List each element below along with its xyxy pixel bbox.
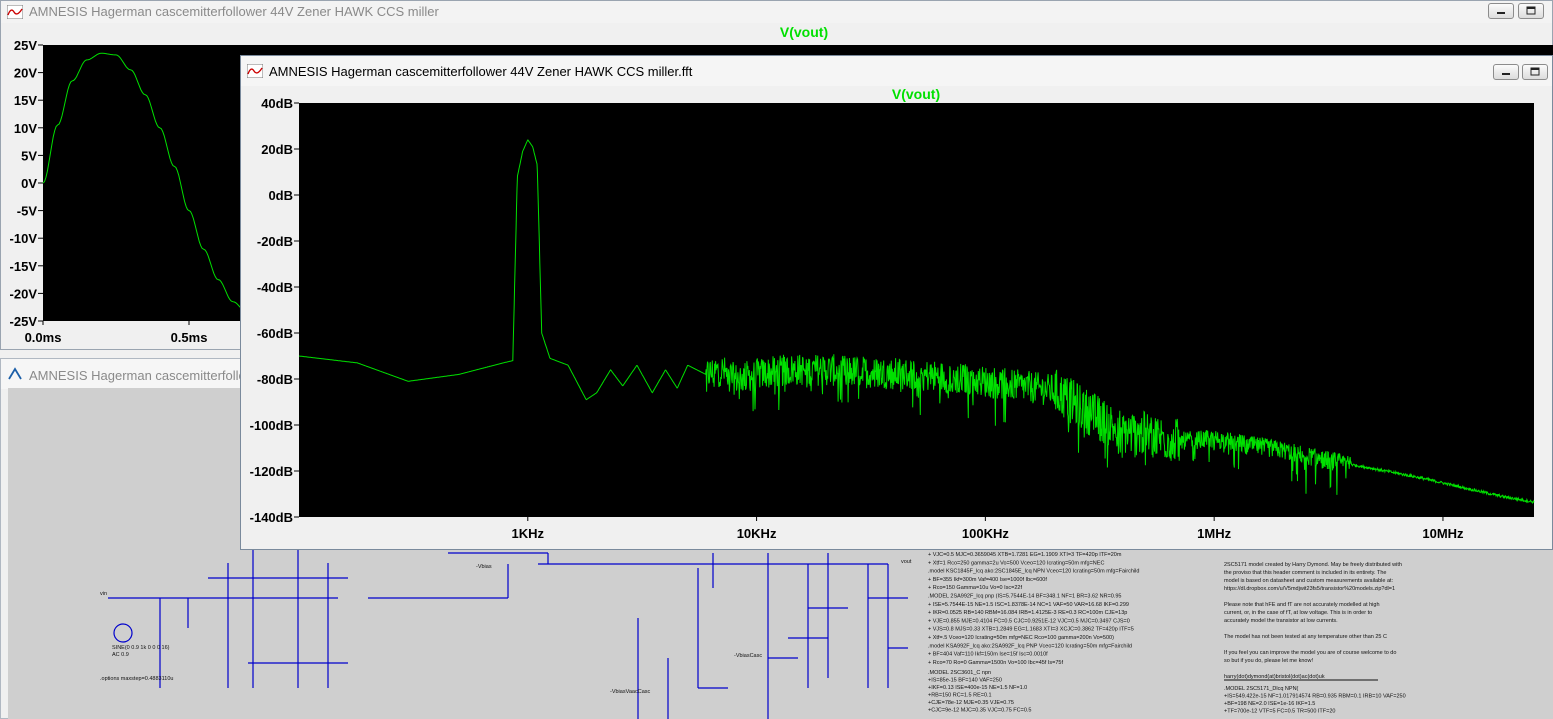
fft-x-tick-label: 10MHz bbox=[1422, 526, 1464, 541]
fft-restore-button[interactable] bbox=[1522, 64, 1548, 80]
model-note-line: so but if you do, please let me know! bbox=[1224, 658, 1313, 664]
fft-y-tick-label: 40dB bbox=[261, 96, 293, 111]
model-note-line: harry(dot)dymond(at)bristol(dot)ac(dot)u… bbox=[1224, 674, 1325, 680]
spice-model-line: .MODEL 2SC3601_C npn bbox=[928, 670, 991, 676]
fft-window[interactable]: AMNESIS Hagerman cascemitterfollower 44V… bbox=[240, 55, 1553, 550]
transient-x-tick-label: 0.0ms bbox=[25, 330, 62, 345]
model-note-line: If you feel you can improve the model yo… bbox=[1224, 650, 1396, 656]
fft-y-tick-label: -20dB bbox=[257, 234, 293, 249]
fft-y-tick-label: -100dB bbox=[250, 418, 293, 433]
fft-y-tick-label: -40dB bbox=[257, 280, 293, 295]
fft-x-tick-label: 1MHz bbox=[1197, 526, 1231, 541]
sine-source-label: SINE(0 0.9 1k 0 0 0 16) bbox=[112, 645, 170, 651]
minimize-icon bbox=[1497, 12, 1505, 14]
spice-model-line: .model KSC1845F_lcq ako:2SC1845E_lcq NPN… bbox=[928, 569, 1139, 575]
vout-net-label: vout bbox=[901, 559, 912, 565]
vbias-casc-net-label: -VbiasVaacCasc bbox=[610, 689, 650, 695]
fft-y-tick-label: 20dB bbox=[261, 142, 293, 157]
spice-model-line: .MODEL 2SC5171_Dlcq NPN( bbox=[1224, 686, 1299, 692]
fft-y-tick-label: -120dB bbox=[250, 464, 293, 479]
transient-y-tick-label: -10V bbox=[10, 231, 38, 246]
fft-x-tick-label: 1KHz bbox=[512, 526, 545, 541]
transient-y-tick-label: 10V bbox=[14, 121, 37, 136]
transient-y-tick-label: 25V bbox=[14, 38, 37, 53]
fft-y-tick-label: -60dB bbox=[257, 326, 293, 341]
fft-minimize-button[interactable] bbox=[1493, 64, 1519, 80]
transient-y-tick-label: -20V bbox=[10, 286, 38, 301]
restore-icon bbox=[1530, 67, 1540, 76]
transient-y-tick-label: -15V bbox=[10, 259, 38, 274]
spice-model-line: +RB=150 RC=1.5 RE=0.1 bbox=[928, 693, 992, 699]
spice-model-line: + VJE=0.855 MJE=0.4104 FC=0.5 CJC=0.9251… bbox=[928, 618, 1130, 624]
spice-model-line: + VJC=0.5 MJC=0.3659045 XTB=1.7281 EG=1.… bbox=[928, 552, 1122, 558]
spice-model-line: +IKF=0.13 ISE=400e-15 NE=1.5 NF=1.0 bbox=[928, 685, 1027, 691]
transient-x-tick-label: 0.5ms bbox=[171, 330, 208, 345]
ltspice-waveform-icon bbox=[7, 5, 23, 19]
transient-y-tick-label: -25V bbox=[10, 314, 38, 329]
fft-y-tick-label: 0dB bbox=[268, 188, 293, 203]
transient-y-tick-label: 15V bbox=[14, 93, 37, 108]
model-note-line: Please note that hFE and fT are not accu… bbox=[1224, 602, 1380, 608]
transient-y-tick-label: 0V bbox=[21, 176, 37, 191]
restore-icon bbox=[1526, 6, 1536, 15]
schematic-window-title: AMNESIS Hagerman cascemitterfollower bbox=[29, 368, 267, 383]
ltspice-waveform-icon bbox=[247, 64, 263, 78]
fft-trace-title: V(vout) bbox=[892, 86, 940, 102]
model-note-line: https://dl.dropbox.com/u/V5mdjwit23fs5/t… bbox=[1224, 586, 1395, 592]
fft-window-titlebar[interactable]: AMNESIS Hagerman cascemitterfollower 44V… bbox=[241, 56, 1552, 86]
spice-model-line: + Rco=150 Gamma=10u Vo=0 Isc=22f bbox=[928, 585, 1022, 591]
minimize-icon bbox=[1502, 73, 1510, 75]
fft-y-tick-label: -80dB bbox=[257, 372, 293, 387]
fft-plot-area[interactable] bbox=[299, 103, 1534, 517]
spice-model-line: .model KSA992F_lcq ako:2SA992F_lcq PNP V… bbox=[928, 643, 1132, 649]
vin-net-label: vin bbox=[100, 591, 107, 597]
model-note-line: model is based on datasheet and custom m… bbox=[1224, 578, 1394, 584]
transient-trace-title: V(vout) bbox=[780, 24, 828, 40]
transient-window-titlebar[interactable]: AMNESIS Hagerman cascemitterfollower 44V… bbox=[1, 1, 1552, 23]
spice-model-line: + Rco=70 Ro=0 Gamma=1500n Vo=100 Ibc=45f… bbox=[928, 660, 1063, 666]
spice-model-line: .MODEL 2SA992F_lcq pnp (IS=5.7544E-14 BF… bbox=[928, 594, 1121, 600]
model-note-line: 2SC5171 model created by Harry Dymond. M… bbox=[1224, 562, 1402, 568]
model-note-line: The model has not been tested at any tem… bbox=[1224, 634, 1387, 640]
fft-x-tick-label: 10KHz bbox=[737, 526, 777, 541]
fft-y-tick-label: -140dB bbox=[250, 510, 293, 525]
spice-model-line: +CJC=9e-12 MJC=0.35 VJC=0.75 FC=0.5 bbox=[928, 708, 1032, 714]
spice-model-line: + BF=404 Vaf=110 Ikf=150m Ise=15f Isc=0.… bbox=[928, 652, 1048, 658]
fft-window-title: AMNESIS Hagerman cascemitterfollower 44V… bbox=[269, 64, 693, 79]
options-directive[interactable]: .options maxstep=0.4883110u bbox=[100, 676, 173, 682]
spice-model-line: + ISE=5.7544E-15 NE=1.5 ISC=1.8378E-14 N… bbox=[928, 602, 1129, 608]
spice-model-line: + Xtf=.5 Vceo=120 Icrating=50m mfg=NEC R… bbox=[928, 635, 1114, 641]
transient-y-tick-label: 5V bbox=[21, 148, 37, 163]
ac-source-label: AC 0.9 bbox=[112, 652, 129, 658]
spice-model-line: +IS=85e-15 BF=140 VAF=250 bbox=[928, 678, 1002, 684]
vbias-casc2-net-label: -VbiasCasc bbox=[734, 653, 762, 659]
spice-model-line: +BF=198 NE=2.0 ISE=1e-16 IKF=1.5 bbox=[1224, 701, 1315, 707]
spice-model-line: +IS=549.422e-15 NF=1.017914574 RB=0.935 … bbox=[1224, 694, 1406, 700]
spice-model-line: + Xtf=1 Rco=250 gamma=2u Vo=500 Vceo=120… bbox=[928, 560, 1104, 566]
transient-y-tick-label: 20V bbox=[14, 66, 37, 81]
spice-model-line: +TF=700e-12 VTF=5 FC=0.5 TR=500 ITF=20 bbox=[1224, 709, 1336, 715]
schematic-icon bbox=[8, 367, 22, 380]
fft-x-tick-label: 100KHz bbox=[962, 526, 1009, 541]
model-note-line: the proviso that this header comment is … bbox=[1224, 570, 1386, 576]
transient-window-title: AMNESIS Hagerman cascemitterfollower 44V… bbox=[29, 4, 439, 19]
model-note-line: current, or, in the case of fT, at low v… bbox=[1224, 610, 1372, 616]
fft-plot[interactable]: V(vout) 40dB 20dB 0dB -20dB -40dB -60dB -80dB -… bbox=[241, 86, 1553, 549]
spice-model-line: + BF=355 Ikf=300m Vaf=400 Ise=1000f Ibc=… bbox=[928, 577, 1047, 583]
spice-model-line: + IKR=0.0525 RB=140 RBM=16.084 IRB=1.412… bbox=[928, 610, 1127, 616]
model-note-line: accurately model the transistor at low c… bbox=[1224, 618, 1338, 624]
spice-model-line: + VJS=0.8 MJS=0.33 XTB=1.2849 EG=1.1683 … bbox=[928, 627, 1134, 633]
transient-y-tick-label: -5V bbox=[17, 204, 38, 219]
minimize-button[interactable] bbox=[1488, 3, 1514, 19]
restore-button[interactable] bbox=[1518, 3, 1544, 19]
spice-model-line: +CJE=78e-12 MJE=0.35 VJE=0.75 bbox=[928, 700, 1014, 706]
vbias-net-label: -Vbias bbox=[476, 564, 492, 570]
